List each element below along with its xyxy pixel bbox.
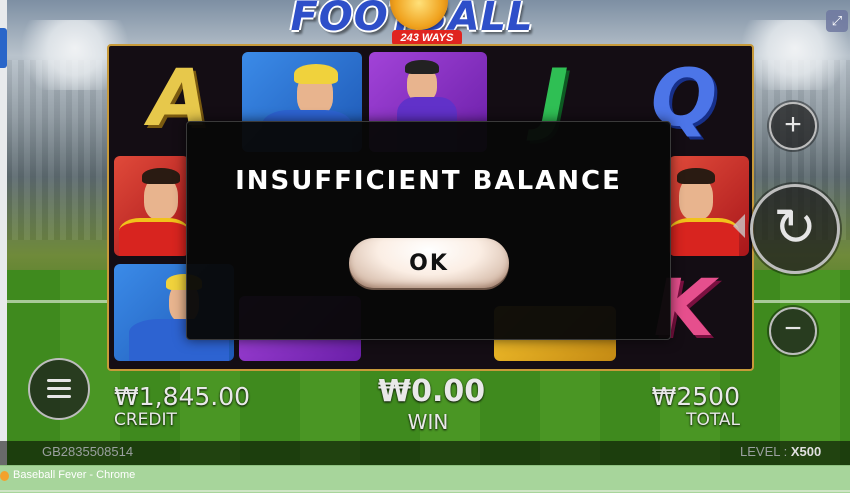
menu-icon-bar <box>47 379 71 382</box>
menu-button[interactable] <box>28 358 90 420</box>
game-background: FOOTBALL FEVER 243 WAYS A J Q <box>0 0 850 465</box>
level-value: X500 <box>790 444 822 459</box>
level-label: LEVEL : <box>740 444 788 459</box>
increase-bet-button[interactable]: + <box>769 102 817 150</box>
taskbar-window-title[interactable]: Baseball Fever - Chrome <box>13 469 135 481</box>
player-symbol-red-right <box>669 156 749 256</box>
credit-label: CREDIT <box>114 410 177 430</box>
left-edge-strip <box>0 0 7 465</box>
menu-icon-bar <box>47 395 71 398</box>
ok-button[interactable]: OK <box>349 238 509 288</box>
total-bet-value: ₩2500 <box>651 382 740 411</box>
player-symbol-red-left <box>114 156 189 256</box>
game-id: GB2835508514 <box>42 444 134 459</box>
fullscreen-icon[interactable]: ⤢ <box>826 10 848 32</box>
level-indicator: LEVEL : X500 <box>740 444 821 459</box>
side-tab-button[interactable] <box>0 28 7 68</box>
spin-button[interactable]: ↻ <box>750 184 840 274</box>
dialog-message: INSUFFICIENT BALANCE <box>235 166 622 196</box>
credit-value: ₩1,845.00 <box>114 382 251 411</box>
win-label: WIN <box>407 410 449 434</box>
win-value: ₩0.00 <box>378 374 486 409</box>
taskbar: Baseball Fever - Chrome <box>0 465 850 493</box>
menu-icon-bar <box>47 387 71 390</box>
collapse-arrow-icon[interactable] <box>733 214 745 238</box>
decrease-bet-button[interactable]: − <box>769 307 817 355</box>
insufficient-balance-dialog: INSUFFICIENT BALANCE OK <box>186 121 671 340</box>
chrome-app-icon[interactable] <box>0 471 9 481</box>
total-bet-label: TOTAL <box>686 410 740 430</box>
